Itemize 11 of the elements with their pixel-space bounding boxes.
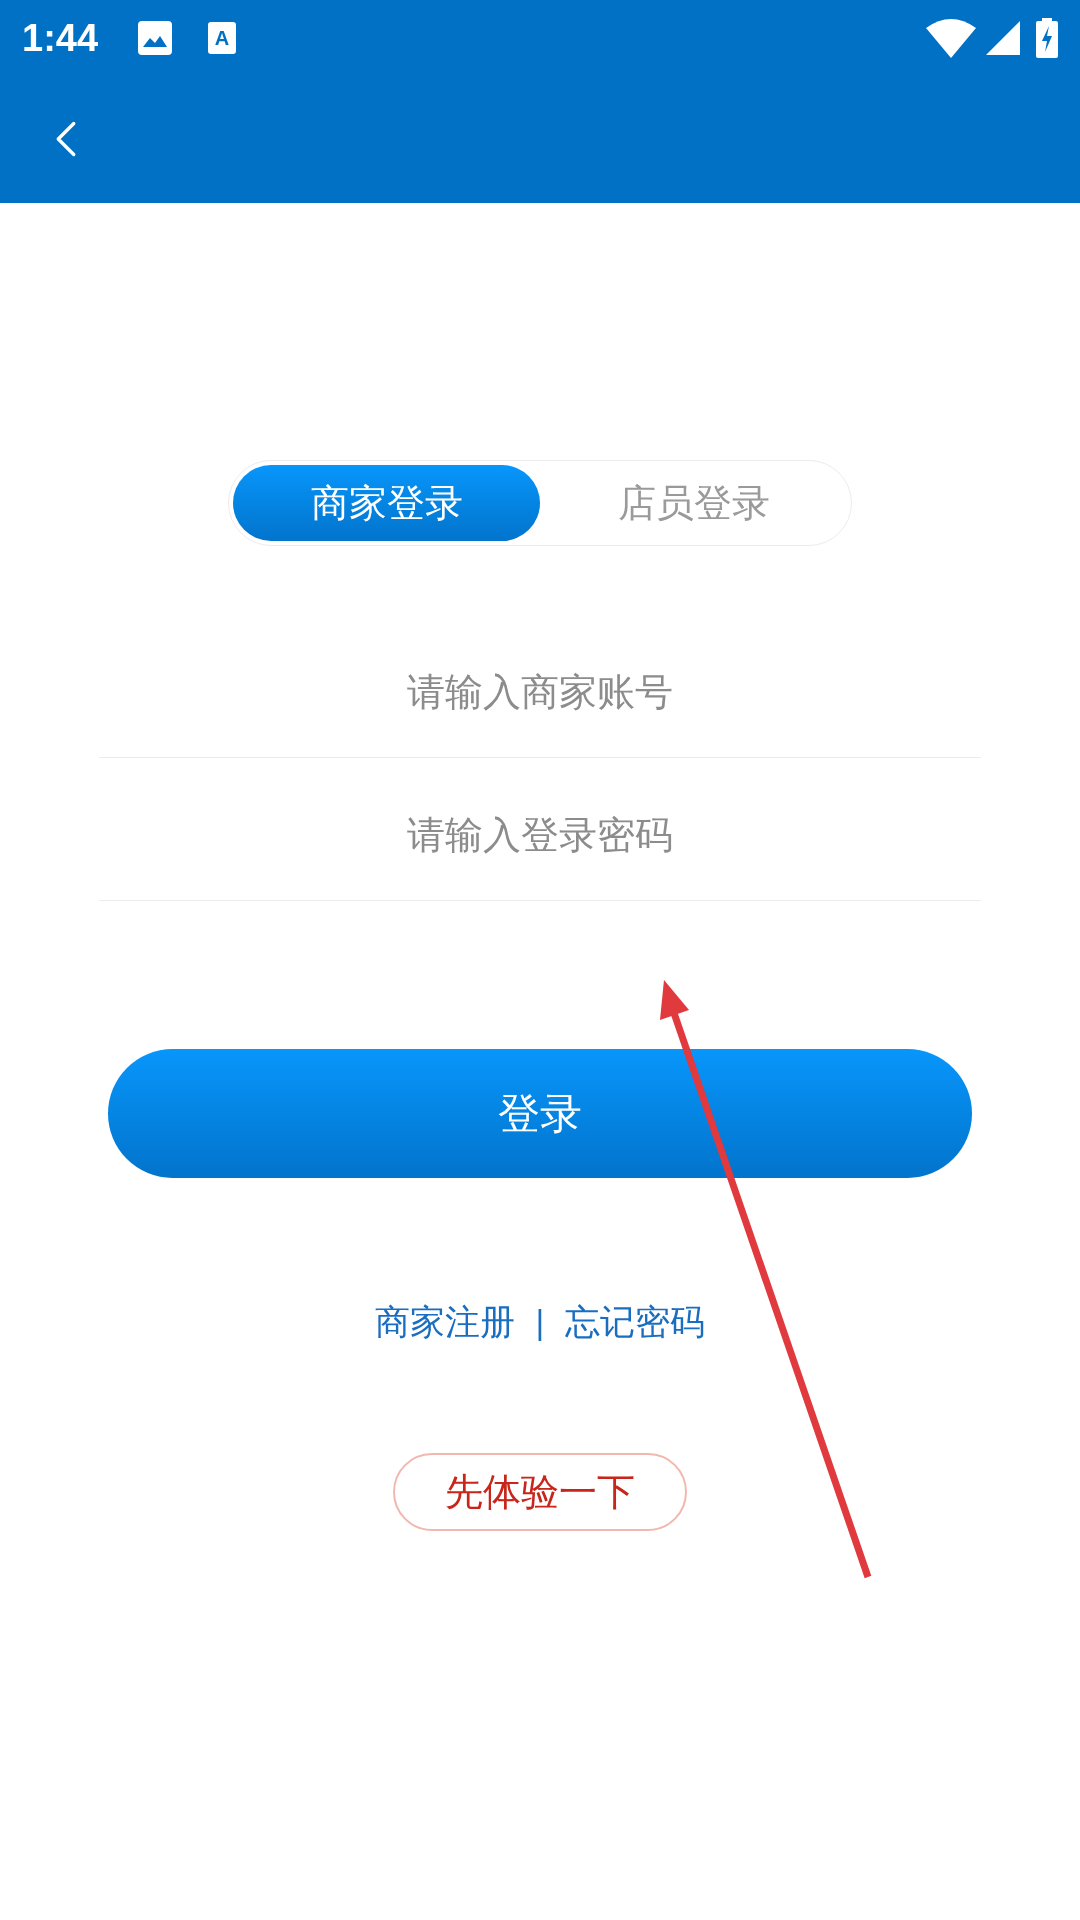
wifi-icon <box>926 17 976 58</box>
forgot-password-link[interactable]: 忘记密码 <box>565 1304 706 1340</box>
register-link[interactable]: 商家注册 <box>374 1304 515 1340</box>
signal-icon <box>986 20 1020 55</box>
trial-button[interactable]: 先体验一下 <box>393 1453 687 1531</box>
status-time: 1:44 <box>22 18 99 57</box>
login-button[interactable]: 登录 <box>108 1049 972 1178</box>
battery-charging-icon <box>1036 17 1058 58</box>
font-notification-icon: A <box>208 21 237 54</box>
image-notification-icon <box>138 20 173 55</box>
login-type-tab[interactable]: 商家登录 <box>233 465 540 541</box>
